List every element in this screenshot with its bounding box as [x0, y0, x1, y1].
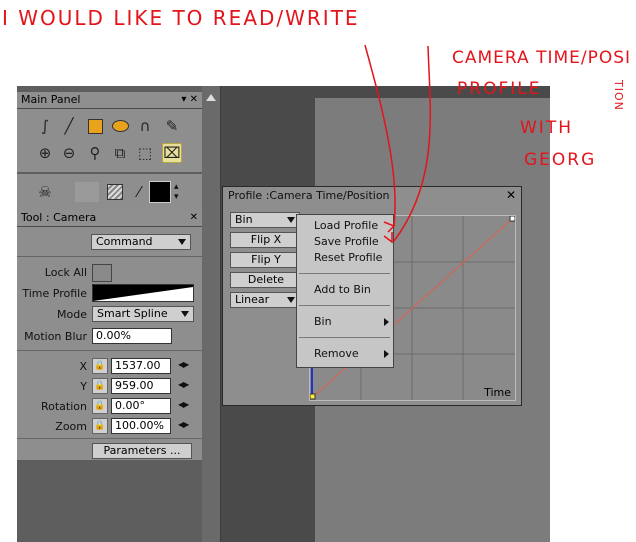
- arrow-head-load: [383, 221, 396, 233]
- annotation-arrows: [364, 44, 432, 244]
- arrow-to-load: [364, 44, 396, 227]
- arrow-to-save: [393, 45, 432, 242]
- arrow-head-save: [383, 232, 393, 244]
